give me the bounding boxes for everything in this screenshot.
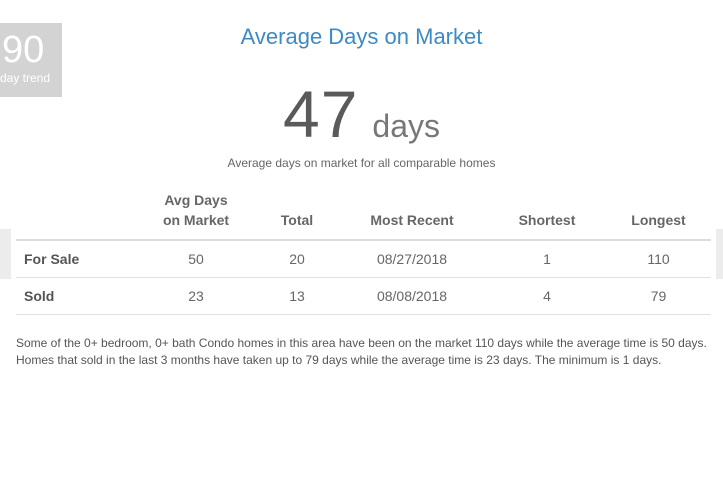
- stat-description: Average days on market for all comparabl…: [227, 156, 496, 170]
- row-label: For Sale: [16, 240, 134, 278]
- cell-avg: 23: [134, 277, 258, 315]
- stat-value: 47: [282, 77, 359, 151]
- header-total: Total: [258, 190, 336, 241]
- cell-longest: 79: [606, 277, 711, 315]
- table-row: Sold 23 13 08/08/2018 4 79: [16, 277, 711, 315]
- cell-shortest: 4: [488, 277, 606, 315]
- header-shortest: Shortest: [488, 190, 606, 241]
- table-header-row: Avg Days on Market Total Most Recent Sho…: [16, 190, 711, 241]
- page-title: Average Days on Market: [240, 24, 483, 49]
- cell-avg: 50: [134, 240, 258, 278]
- stat-unit: days: [372, 108, 440, 144]
- days-on-market-table: Avg Days on Market Total Most Recent Sho…: [16, 190, 711, 315]
- header-most-recent: Most Recent: [336, 190, 488, 241]
- cell-shortest: 1: [488, 240, 606, 278]
- previous-arrow-button[interactable]: [0, 229, 11, 279]
- header-label-column: [16, 190, 134, 241]
- next-arrow-button[interactable]: [716, 229, 723, 279]
- table-row: For Sale 50 20 08/27/2018 1 110: [16, 240, 711, 278]
- header-avg-days: Avg Days on Market: [134, 190, 258, 241]
- header-longest: Longest: [606, 190, 711, 241]
- row-label: Sold: [16, 277, 134, 315]
- cell-total: 20: [258, 240, 336, 278]
- cell-longest: 110: [606, 240, 711, 278]
- cell-most-recent: 08/08/2018: [336, 277, 488, 315]
- cell-total: 13: [258, 277, 336, 315]
- summary-text: Some of the 0+ bedroom, 0+ bath Condo ho…: [16, 336, 707, 367]
- cell-most-recent: 08/27/2018: [336, 240, 488, 278]
- average-days-stat: 47 days: [0, 76, 723, 152]
